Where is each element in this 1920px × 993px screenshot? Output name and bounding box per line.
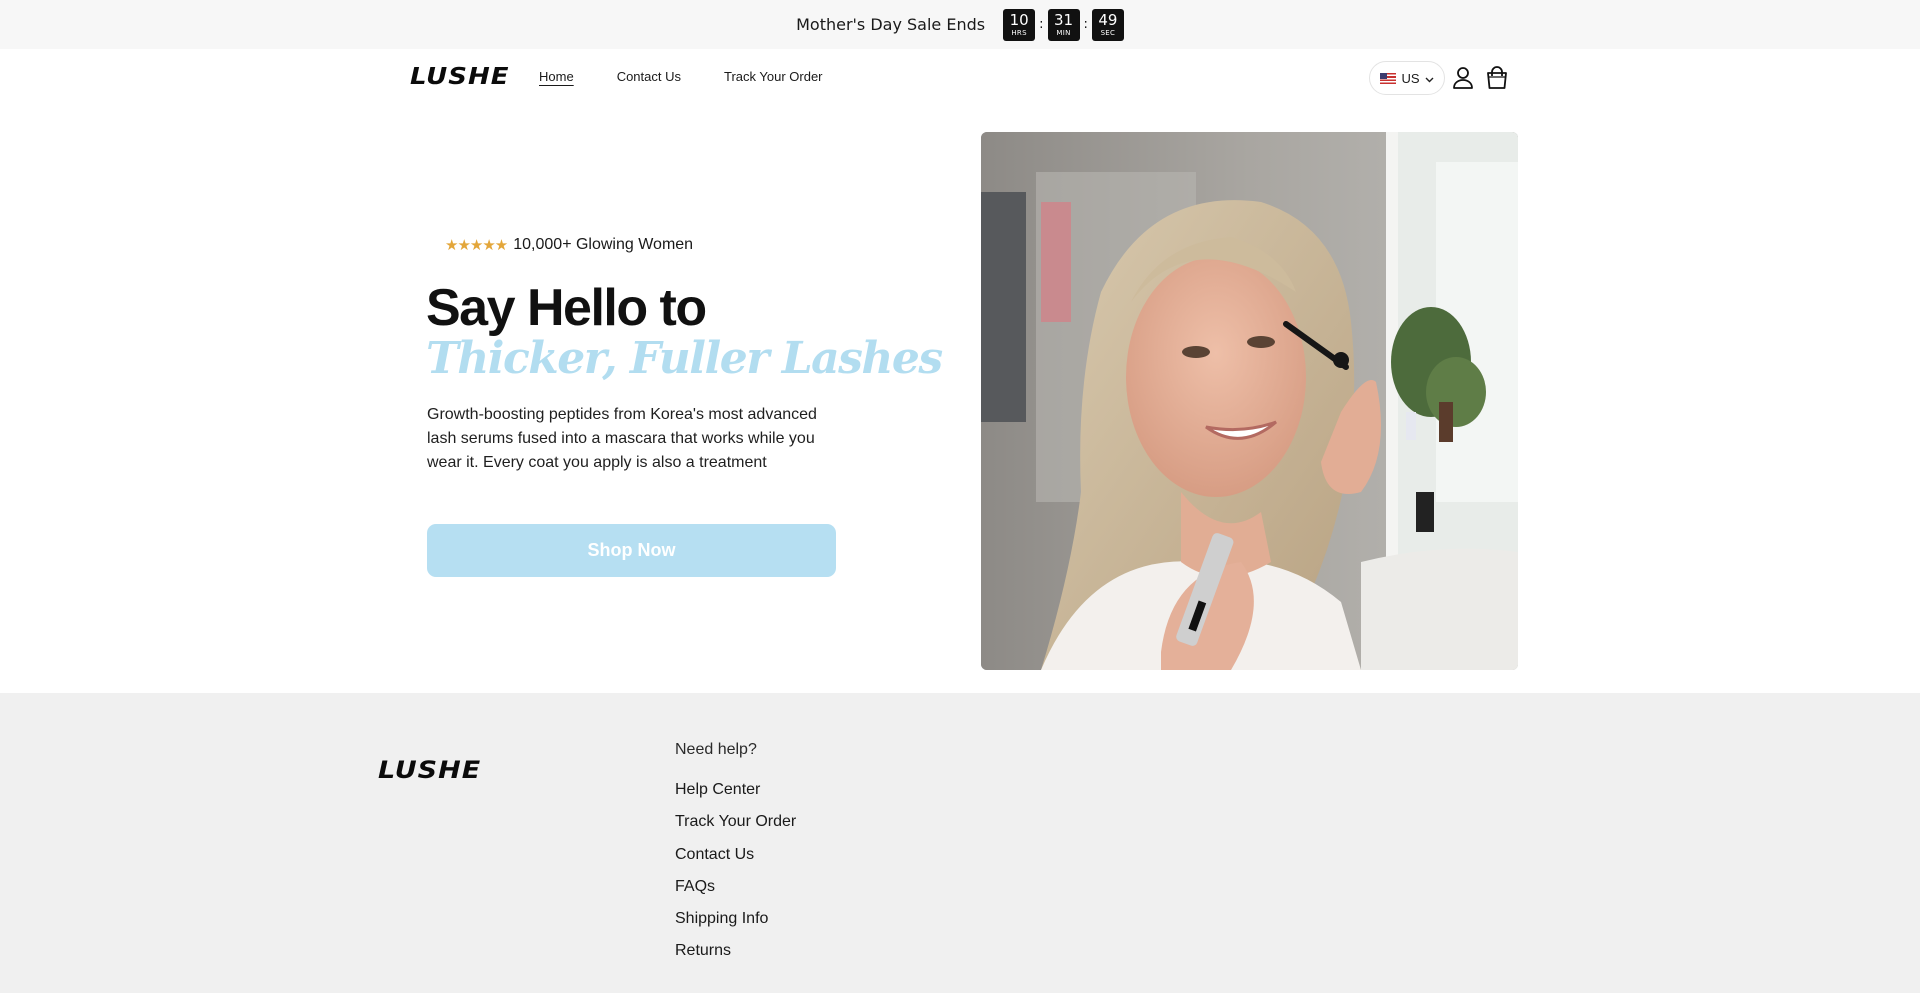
footer-link-shipping-info[interactable]: Shipping Info: [675, 903, 796, 935]
main-nav: Home Contact Us Track Your Order: [539, 69, 823, 84]
timer-separator: :: [1039, 17, 1044, 32]
nav-home[interactable]: Home: [539, 69, 574, 84]
account-icon[interactable]: [1448, 63, 1478, 93]
countdown-timer: 10 HRS : 31 MIN : 49 SEC: [1003, 8, 1124, 41]
rating-badge: ★★★★★ 10,000+ Glowing Women: [445, 236, 693, 254]
hero-headline-accent: Thicker, Fuller Lashes: [426, 333, 943, 384]
hero-headline: Say Hello to: [426, 279, 707, 337]
header-logo[interactable]: LUSHE: [410, 64, 510, 91]
cart-icon[interactable]: [1482, 63, 1512, 93]
timer-minutes: 31 MIN: [1047, 8, 1080, 41]
shop-now-button[interactable]: Shop Now: [427, 524, 836, 577]
footer-help-column: Need help? Help Center Track Your Order …: [675, 741, 796, 968]
footer-link-help-center[interactable]: Help Center: [675, 774, 796, 806]
hero-photo-illustration: [981, 132, 1518, 670]
timer-seconds-value: 49: [1098, 10, 1118, 29]
nav-track-order[interactable]: Track Your Order: [724, 69, 823, 84]
announcement-text: Mother's Day Sale Ends: [796, 15, 986, 34]
timer-seconds-unit: SEC: [1100, 28, 1116, 37]
timer-hours-unit: HRS: [1011, 28, 1027, 37]
site-header: LUSHE Home Contact Us Track Your Order U…: [0, 49, 1920, 107]
footer-link-returns[interactable]: Returns: [675, 935, 796, 967]
nav-contact-us[interactable]: Contact Us: [617, 69, 681, 84]
star-rating: ★★★★★: [445, 236, 508, 254]
announcement-bar: Mother's Day Sale Ends 10 HRS : 31 MIN :…: [0, 0, 1920, 49]
timer-minutes-value: 31: [1053, 10, 1074, 29]
footer-logo[interactable]: LUSHE: [378, 757, 481, 785]
hero-image: [981, 132, 1518, 670]
footer-link-faqs[interactable]: FAQs: [675, 871, 796, 903]
timer-hours: 10 HRS: [1003, 8, 1036, 41]
timer-hours-value: 10: [1009, 10, 1029, 29]
footer-heading: Need help?: [675, 741, 757, 758]
hero-description: Growth-boosting peptides from Korea's mo…: [427, 406, 817, 471]
footer-links: Help Center Track Your Order Contact Us …: [675, 774, 796, 968]
timer-separator: :: [1083, 17, 1088, 32]
site-footer: LUSHE Need help? Help Center Track Your …: [0, 693, 1920, 993]
country-code: US: [1401, 70, 1420, 86]
us-flag-icon: [1380, 72, 1397, 84]
chevron-down-icon: [1425, 71, 1434, 86]
timer-minutes-unit: MIN: [1056, 28, 1071, 37]
footer-link-contact-us[interactable]: Contact Us: [675, 839, 796, 871]
timer-seconds: 49 SEC: [1091, 8, 1124, 41]
footer-link-track-order[interactable]: Track Your Order: [675, 806, 796, 838]
country-selector[interactable]: US: [1369, 61, 1445, 95]
rating-text: 10,000+ Glowing Women: [513, 236, 694, 253]
